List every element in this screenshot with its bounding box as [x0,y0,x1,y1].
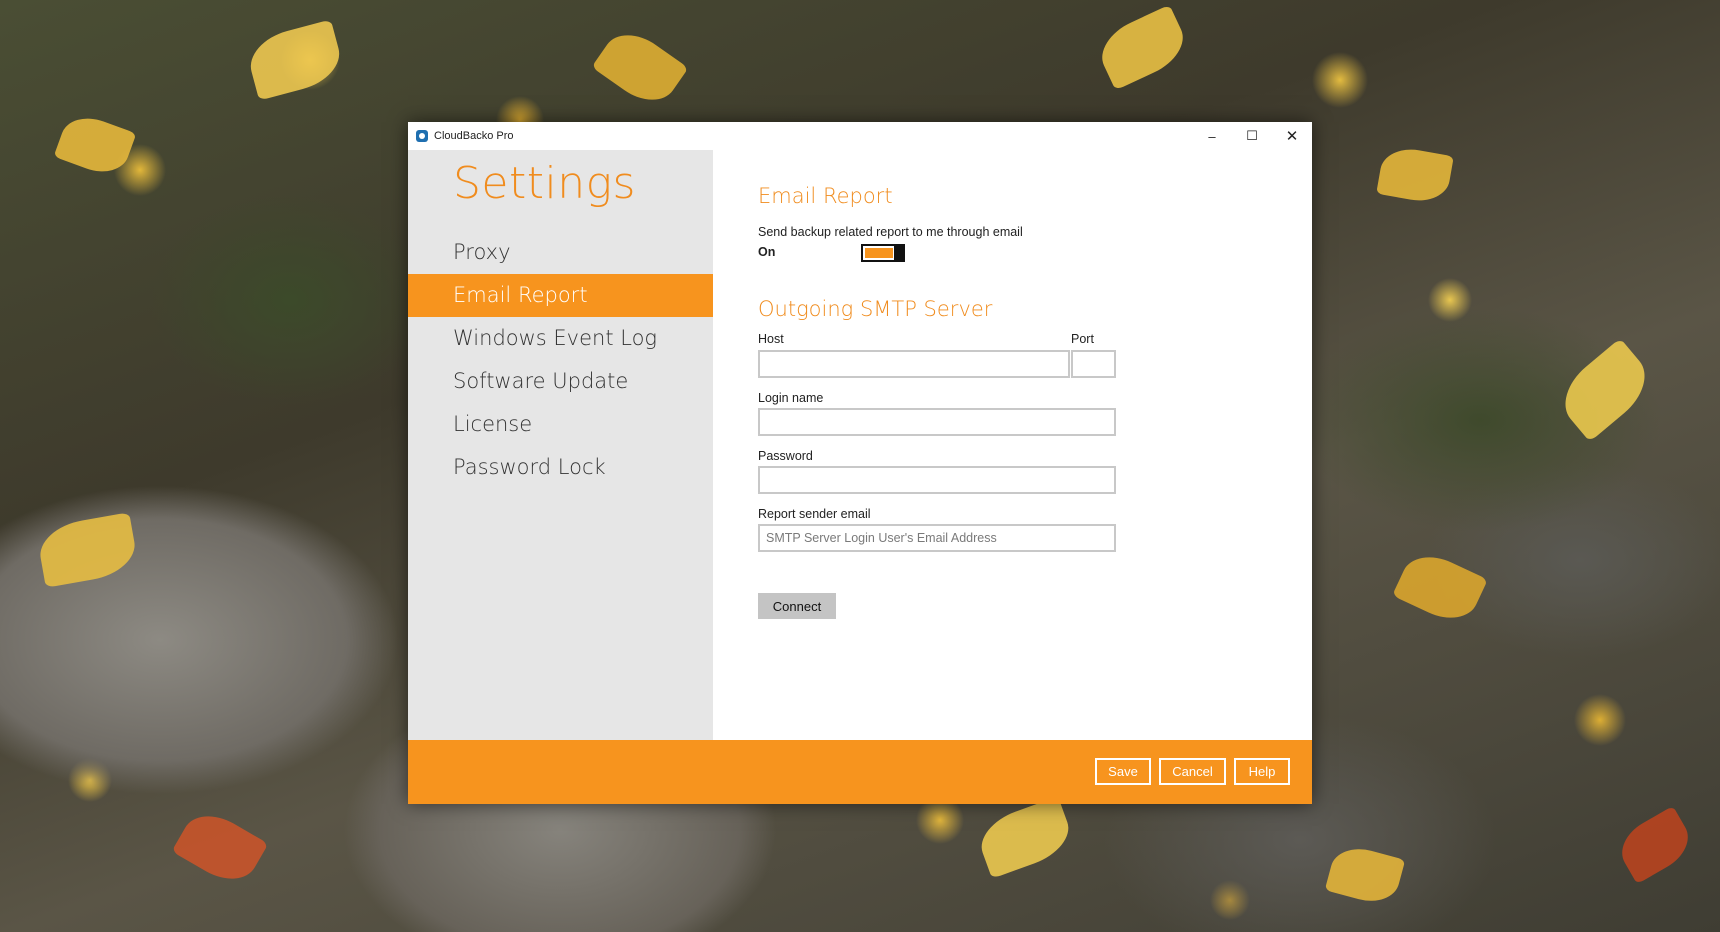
settings-content: Email Report Send backup related report … [713,150,1312,740]
sidebar-item-email-report[interactable]: Email Report [408,274,713,317]
sidebar-item-license[interactable]: License [408,403,713,446]
title-bar: CloudBacko Pro – ☐ ✕ [408,122,1312,150]
page-title: Settings [453,158,636,209]
settings-nav: Proxy Email Report Windows Event Log Sof… [408,231,713,489]
help-button[interactable]: Help [1234,758,1290,785]
sender-email-label: Report sender email [758,507,871,521]
footer-bar: Save Cancel Help [408,740,1312,804]
window-title: CloudBacko Pro [434,130,514,142]
cloudbacko-logo-icon [416,130,428,142]
background-leaf [171,803,269,892]
host-input[interactable] [758,350,1070,378]
email-report-heading: Email Report [758,184,893,208]
background-leaf [243,19,347,101]
login-name-input[interactable] [758,408,1116,436]
close-button[interactable]: ✕ [1272,122,1312,150]
background-leaf [1092,4,1193,91]
cancel-button[interactable]: Cancel [1159,758,1226,785]
host-label: Host [758,332,784,346]
background-leaf [53,109,137,181]
maximize-button[interactable]: ☐ [1232,122,1272,150]
sender-email-input[interactable] [758,524,1116,552]
background-leaf [1324,841,1406,909]
password-label: Password [758,449,813,463]
background-leaf [1612,805,1698,885]
connect-button[interactable]: Connect [758,593,836,619]
minimize-button[interactable]: – [1192,122,1232,150]
settings-window: CloudBacko Pro – ☐ ✕ Settings Proxy Emai… [408,122,1312,804]
window-controls: – ☐ ✕ [1192,122,1312,150]
password-input[interactable] [758,466,1116,494]
toggle-state-label: On [758,245,776,259]
sidebar-item-windows-event-log[interactable]: Windows Event Log [408,317,713,360]
settings-sidebar: Settings Proxy Email Report Windows Even… [408,150,713,740]
login-name-label: Login name [758,391,824,405]
sidebar-item-proxy[interactable]: Proxy [408,231,713,274]
background-leaf [973,796,1077,879]
background-leaf [1392,545,1488,630]
background-leaf [591,22,689,113]
port-input[interactable] [1071,350,1116,378]
background-leaf [35,512,140,588]
sidebar-item-software-update[interactable]: Software Update [408,360,713,403]
background-leaf [1376,144,1454,206]
email-report-toggle[interactable] [861,244,905,262]
email-report-description: Send backup related report to me through… [758,225,1023,239]
port-label: Port [1071,332,1094,346]
save-button[interactable]: Save [1095,758,1151,785]
smtp-heading: Outgoing SMTP Server [758,297,993,321]
background-leaf [1551,338,1659,442]
sidebar-item-password-lock[interactable]: Password Lock [408,446,713,489]
toggle-fill [865,248,893,258]
toggle-knob [894,246,903,260]
